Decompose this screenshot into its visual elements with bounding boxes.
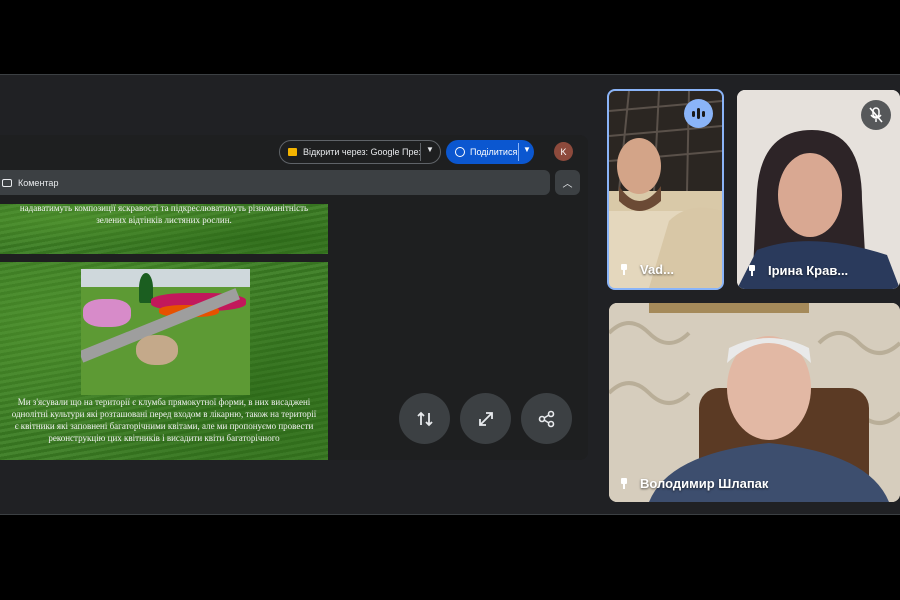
speaking-indicator-icon [684,99,713,128]
comment-button[interactable]: Коментар [0,170,550,195]
pin-icon[interactable] [748,265,756,276]
participant-tile[interactable]: Vad... [607,89,724,290]
flowerbed-photo [81,269,250,395]
chevron-down-icon[interactable]: ▼ [426,145,434,154]
slide-page: Ми з'ясували що на території є клумба пр… [0,262,328,460]
fullscreen-button[interactable] [460,393,511,444]
participant-tile[interactable]: Володимир Шлапак [609,303,900,502]
slide-page: надаватимуть композиції яскравості та пі… [0,203,328,254]
participant-video [609,303,900,502]
share-label: Поділитися [470,147,518,157]
share-button[interactable]: Поділитися ▼ [446,140,534,164]
slide-text: Ми з'ясували що на території є клумба пр… [11,397,317,443]
divider [420,143,421,161]
slides-icon [288,148,297,156]
comment-label: Коментар [18,177,59,188]
open-with-label: Відкрити через: Google Презентації [303,147,421,157]
chevron-up-icon: ︿ [562,179,573,190]
collapse-button[interactable]: ︿ [555,170,580,195]
participant-name: Ірина Крав... [748,263,848,278]
mic-off-icon [861,100,891,130]
participant-name: Vad... [620,262,674,277]
pin-icon[interactable] [620,478,628,489]
account-avatar[interactable]: K [554,142,573,161]
participant-name: Володимир Шлапак [620,476,768,491]
globe-icon [455,147,465,157]
divider [518,143,519,161]
fullscreen-icon [478,411,493,426]
comment-icon [2,178,12,187]
swap-icon [416,411,433,426]
participant-tile[interactable]: Ірина Крав... [737,90,900,289]
top-black-bar [0,0,900,74]
presentation-toolbar: Відкрити через: Google Презентації ▼ Под… [0,135,588,169]
open-with-button[interactable]: Відкрити через: Google Презентації ▼ [279,140,441,164]
share-screen-button[interactable] [521,393,572,444]
bottom-black-bar [0,515,900,600]
share-icon [538,410,554,427]
slide-text: надаватимуть композиції яскравості та пі… [19,203,309,225]
swap-button[interactable] [399,393,450,444]
chevron-down-icon[interactable]: ▼ [523,145,531,154]
pin-icon[interactable] [620,264,628,275]
